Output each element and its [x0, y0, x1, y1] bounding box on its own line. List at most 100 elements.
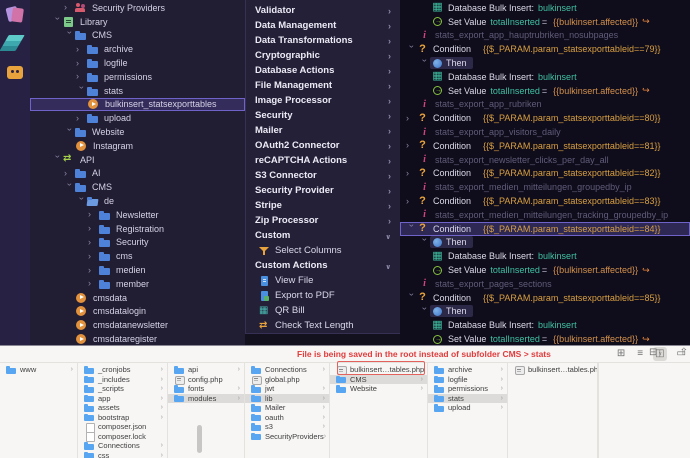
tree-item[interactable]: Registration	[30, 222, 245, 236]
chevron-icon[interactable]	[88, 266, 99, 275]
finder-item[interactable]: _scripts	[78, 384, 167, 394]
finder-item[interactable]: composer.lock	[78, 432, 167, 442]
menu-item[interactable]: Data Transformations	[246, 33, 400, 48]
server-action-steps-panel[interactable]: Database Bulk Insert: bulkinsert Set Val…	[400, 0, 690, 345]
chevron-icon[interactable]	[64, 3, 75, 12]
chevron-icon[interactable]	[407, 45, 416, 56]
flow-step[interactable]: stats_export_app_visitors_daily	[400, 125, 690, 139]
chevron-icon[interactable]	[88, 279, 99, 288]
flow-step[interactable]: Database Bulk Insert: bulkinsert	[400, 249, 690, 263]
finder-item[interactable]: permissions	[428, 384, 507, 394]
flow-step[interactable]: stats_export_medien_mitteilungen_grouped…	[400, 180, 690, 194]
view-toggle-button[interactable]: ≡	[635, 347, 645, 361]
flow-step[interactable]: Condition {{$_PARAM.param_statsexporttab…	[400, 291, 690, 305]
chevron-icon[interactable]	[76, 45, 87, 54]
column-scrollbar[interactable]	[197, 425, 202, 453]
activity-bar-icon[interactable]	[5, 33, 25, 53]
flow-step[interactable]: Database Bulk Insert: bulkinsert	[400, 70, 690, 84]
flow-step[interactable]: Condition {{$_PARAM.param_statsexporttab…	[400, 222, 690, 236]
finder-item[interactable]: s3	[245, 422, 329, 432]
tree-item[interactable]: cmsdata	[30, 291, 245, 305]
flow-step[interactable]: Set Value totalInserted = {{bulkinsert.a…	[400, 263, 690, 277]
chevron-icon[interactable]	[76, 59, 87, 68]
chevron-icon[interactable]	[53, 155, 62, 166]
menu-item[interactable]: Cryptographic	[246, 48, 400, 63]
flow-step[interactable]: stats_export_app_hauptrubriken_nosubpage…	[400, 29, 690, 43]
chevron-icon[interactable]	[406, 114, 417, 123]
chevron-icon[interactable]	[406, 169, 417, 178]
finder-item[interactable]: bootstrap	[78, 413, 167, 423]
flow-step[interactable]: Condition {{$_PARAM.param_statsexporttab…	[400, 167, 690, 181]
menu-item[interactable]: Zip Processor	[246, 213, 400, 228]
finder-column-root[interactable]: www	[0, 363, 78, 458]
chevron-icon[interactable]	[77, 86, 86, 97]
flow-step[interactable]: Set Value totalInserted = {{bulkinsert.a…	[400, 84, 690, 98]
tree-item[interactable]: Security	[30, 236, 245, 250]
chevron-icon[interactable]	[77, 197, 86, 208]
finder-item[interactable]: Mailer	[245, 403, 329, 413]
view-toggle-button[interactable]: ⊞	[615, 347, 627, 361]
finder-column-lib[interactable]: bulkinsert…tables.phpCMSWebsite	[330, 363, 428, 458]
finder-item[interactable]: api	[168, 365, 244, 375]
menu-item[interactable]: OAuth2 Connector	[246, 138, 400, 153]
flow-step[interactable]: stats_export_pages_sections	[400, 277, 690, 291]
actions-menu-panel[interactable]: Validator Data Management Data Transform…	[245, 0, 400, 334]
chevron-icon[interactable]	[406, 141, 417, 150]
finder-item[interactable]: _includes	[78, 375, 167, 385]
flow-step[interactable]: stats_export_app_rubriken	[400, 98, 690, 112]
tree-item[interactable]: member	[30, 277, 245, 291]
tree-item[interactable]: Newsletter	[30, 208, 245, 222]
tree-item[interactable]: medien	[30, 263, 245, 277]
finder-item[interactable]: global.php	[245, 375, 329, 385]
flow-step[interactable]: Set Value totalInserted = {{bulkinsert.a…	[400, 332, 690, 345]
flow-step[interactable]: Condition {{$_PARAM.param_statsexporttab…	[400, 42, 690, 56]
menu-item[interactable]: Check Text Length	[246, 318, 400, 333]
chevron-icon[interactable]	[65, 183, 74, 194]
finder-item[interactable]: archive	[428, 365, 507, 375]
tree-item[interactable]: cms	[30, 249, 245, 263]
flow-step[interactable]: Then	[400, 236, 690, 250]
tree-item[interactable]: Website	[30, 125, 245, 139]
finder-item[interactable]: stats	[428, 394, 507, 404]
activity-bar-icon[interactable]	[5, 4, 25, 24]
menu-item[interactable]: Security Provider	[246, 183, 400, 198]
chevron-icon[interactable]	[88, 238, 99, 247]
menu-item[interactable]: Mailer	[246, 123, 400, 138]
flow-step[interactable]: Then	[400, 56, 690, 70]
finder-item[interactable]: lib	[245, 394, 329, 404]
flow-step[interactable]: Condition {{$_PARAM.param_statsexporttab…	[400, 194, 690, 208]
chevron-icon[interactable]	[88, 252, 99, 261]
finder-item[interactable]: Connections	[78, 441, 167, 451]
tree-item[interactable]: stats	[30, 84, 245, 98]
tree-item[interactable]: cmsdatalogin	[30, 305, 245, 319]
tree-item[interactable]: de	[30, 194, 245, 208]
group-button[interactable]: ⊟∨	[649, 347, 662, 358]
menu-item[interactable]: reCAPTCHA Actions	[246, 153, 400, 168]
finder-item[interactable]: CMS	[330, 375, 427, 385]
finder-item[interactable]: Connections	[245, 365, 329, 375]
flow-step[interactable]: Set Value totalInserted = {{bulkinsert.a…	[400, 15, 690, 29]
flow-step[interactable]: Then	[400, 305, 690, 319]
finder-column-cms[interactable]: archivelogfilepermissionsstatsupload	[428, 363, 508, 458]
chevron-icon[interactable]	[407, 293, 416, 304]
chevron-icon[interactable]	[420, 307, 429, 318]
tree-item[interactable]: Security Providers	[30, 1, 245, 15]
menu-item[interactable]: Stripe	[246, 198, 400, 213]
chevron-icon[interactable]	[88, 224, 99, 233]
finder-item[interactable]: www	[0, 365, 77, 375]
chevron-icon[interactable]	[65, 128, 74, 139]
menu-item[interactable]: Custom	[246, 228, 400, 243]
tree-item[interactable]: cmsdataregister	[30, 332, 245, 345]
finder-item[interactable]: upload	[428, 403, 507, 413]
chevron-icon[interactable]	[64, 169, 75, 178]
chevron-icon[interactable]	[65, 31, 74, 42]
finder-item[interactable]: jwt	[245, 384, 329, 394]
menu-item[interactable]: View File	[246, 273, 400, 288]
tree-item[interactable]: AI	[30, 167, 245, 181]
tree-item[interactable]: CMS	[30, 180, 245, 194]
finder-column-app[interactable]: apiconfig.phpfontsmodules	[168, 363, 245, 458]
finder-item[interactable]: css	[78, 451, 167, 458]
finder-item[interactable]: app	[78, 394, 167, 404]
menu-item[interactable]: Security	[246, 108, 400, 123]
chevron-icon[interactable]	[76, 72, 87, 81]
